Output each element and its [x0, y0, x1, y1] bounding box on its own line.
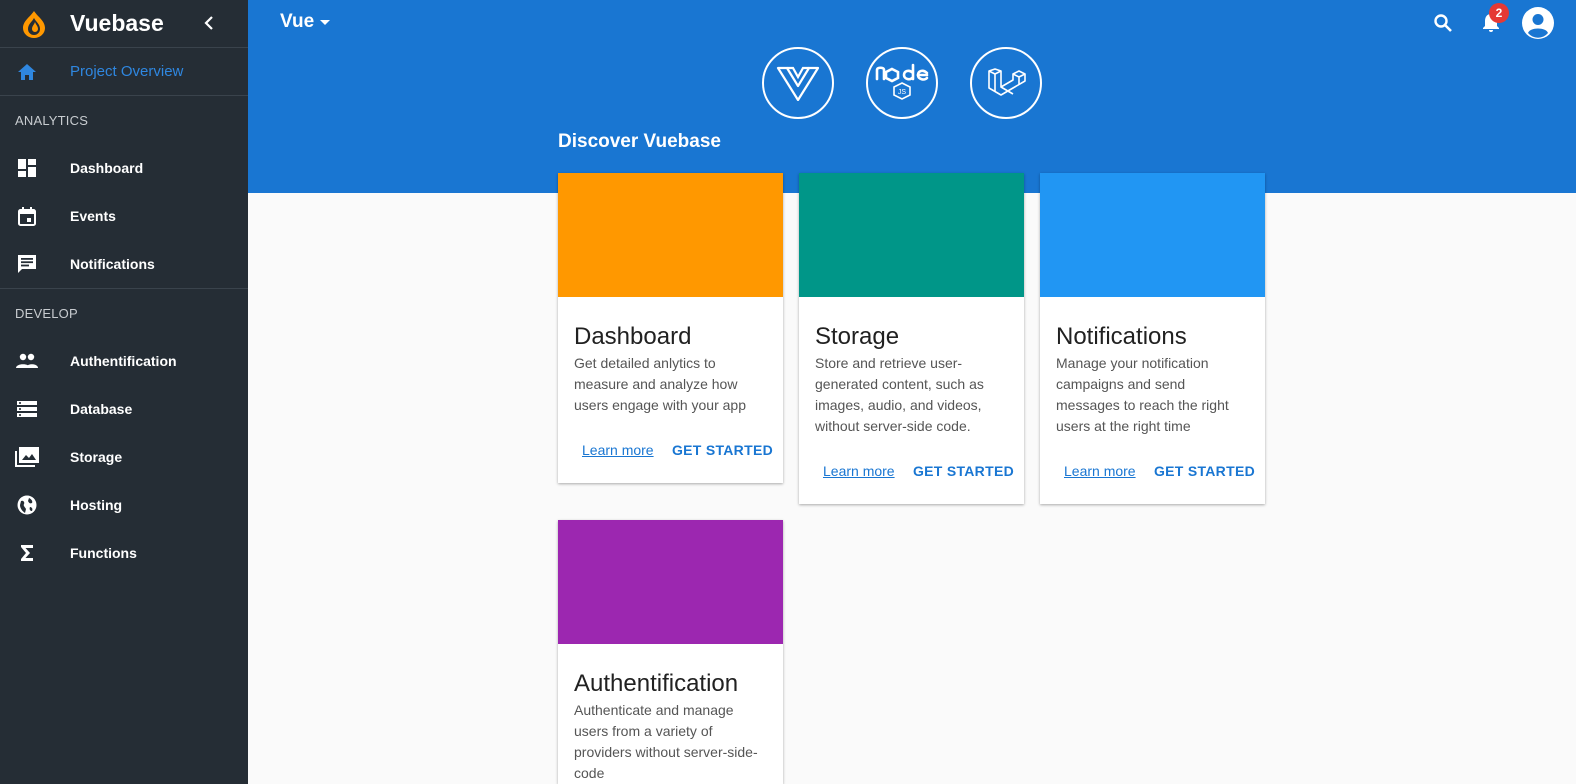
card-description: Store and retrieve user-generated conten…: [815, 355, 984, 434]
sidebar-item-database[interactable]: Database: [0, 385, 248, 433]
card-title: Notifications: [1056, 323, 1187, 350]
photo-library-icon: [15, 445, 39, 469]
account-icon: [1528, 14, 1548, 38]
search-icon: [1434, 14, 1452, 32]
get-started-button[interactable]: GET STARTED: [913, 463, 1014, 479]
card-authentification: Authentification Authenticate and manage…: [558, 520, 783, 784]
get-started-button[interactable]: GET STARTED: [672, 442, 773, 458]
discover-title: Discover Vuebase: [558, 131, 721, 152]
project-name: Vue: [280, 11, 315, 32]
card-media: [799, 173, 1024, 297]
brand-title: Vuebase: [70, 10, 164, 36]
card-dashboard: Dashboard Get detailed anlytics to measu…: [558, 173, 783, 483]
laravel-logo: [970, 47, 1042, 119]
user-avatar[interactable]: [1522, 7, 1554, 39]
learn-more-link[interactable]: Learn more: [823, 463, 895, 479]
sidebar: Vuebase Project Overview ANALYTICS Dashb…: [0, 0, 248, 784]
calendar-icon: [15, 204, 39, 228]
learn-more-link[interactable]: Learn more: [1064, 463, 1136, 479]
card-media: [558, 520, 783, 644]
sidebar-item-label: Dashboard: [70, 160, 144, 176]
sidebar-item-dashboard[interactable]: Dashboard: [0, 144, 248, 192]
card-actions: Learn more GET STARTED: [799, 447, 1024, 495]
home-icon: [15, 60, 39, 84]
card-media: [1040, 173, 1265, 297]
card-actions: Learn more GET STARTED: [558, 426, 783, 474]
sidebar-item-authentification[interactable]: Authentification: [0, 337, 248, 385]
sidebar-item-project-overview[interactable]: Project Overview: [0, 48, 248, 96]
sidebar-item-label: Storage: [70, 449, 123, 465]
card-storage: Storage Store and retrieve user-generate…: [799, 173, 1024, 504]
dashboard-icon: [15, 156, 39, 180]
card-description: Manage your notification campaigns and s…: [1056, 355, 1229, 434]
storage-list-icon: [15, 397, 39, 421]
svg-text:JS: JS: [898, 89, 907, 96]
caret-down-icon: [320, 19, 331, 25]
section-heading-analytics: ANALYTICS: [15, 112, 89, 128]
sidebar-item-events[interactable]: Events: [0, 192, 248, 240]
card-description: Authenticate and manage users from a var…: [574, 702, 758, 781]
globe-icon: [15, 493, 39, 517]
card-actions: Learn more GET STARTED: [1040, 447, 1265, 495]
flame-logo-icon: [20, 10, 48, 38]
sidebar-item-label: Hosting: [70, 497, 123, 513]
search-button[interactable]: [1430, 10, 1456, 36]
sidebar-item-label: Database: [70, 401, 133, 417]
project-selector[interactable]: Vue: [280, 11, 331, 33]
sigma-icon: [15, 541, 39, 565]
sidebar-item-label: Events: [70, 208, 116, 224]
sidebar-item-hosting[interactable]: Hosting: [0, 481, 248, 529]
sidebar-item-label: Project Overview: [70, 63, 184, 80]
sidebar-item-label: Notifications: [70, 256, 155, 272]
collapse-sidebar-button[interactable]: [198, 12, 220, 34]
sidebar-item-label: Functions: [70, 545, 137, 561]
notification-count-badge: 2: [1489, 3, 1509, 23]
card-description: Get detailed anlytics to measure and ana…: [574, 355, 746, 413]
vue-logo: [762, 47, 834, 119]
card-title: Storage: [815, 323, 900, 350]
card-title: Authentification: [574, 670, 739, 697]
card-media: [558, 173, 783, 297]
sidebar-item-label: Authentification: [70, 353, 177, 369]
chevron-left-icon: [204, 16, 213, 30]
node-logo: JS: [866, 47, 938, 119]
sidebar-item-storage[interactable]: Storage: [0, 433, 248, 481]
section-heading-develop: DEVELOP: [15, 305, 78, 321]
card-title: Dashboard: [574, 323, 692, 350]
learn-more-link[interactable]: Learn more: [582, 442, 654, 458]
get-started-button[interactable]: GET STARTED: [1154, 463, 1255, 479]
people-icon: [15, 349, 39, 373]
card-notifications: Notifications Manage your notification c…: [1040, 173, 1265, 504]
sidebar-item-notifications[interactable]: Notifications: [0, 240, 248, 288]
chat-icon: [15, 252, 39, 276]
sidebar-item-functions[interactable]: Functions: [0, 529, 248, 577]
